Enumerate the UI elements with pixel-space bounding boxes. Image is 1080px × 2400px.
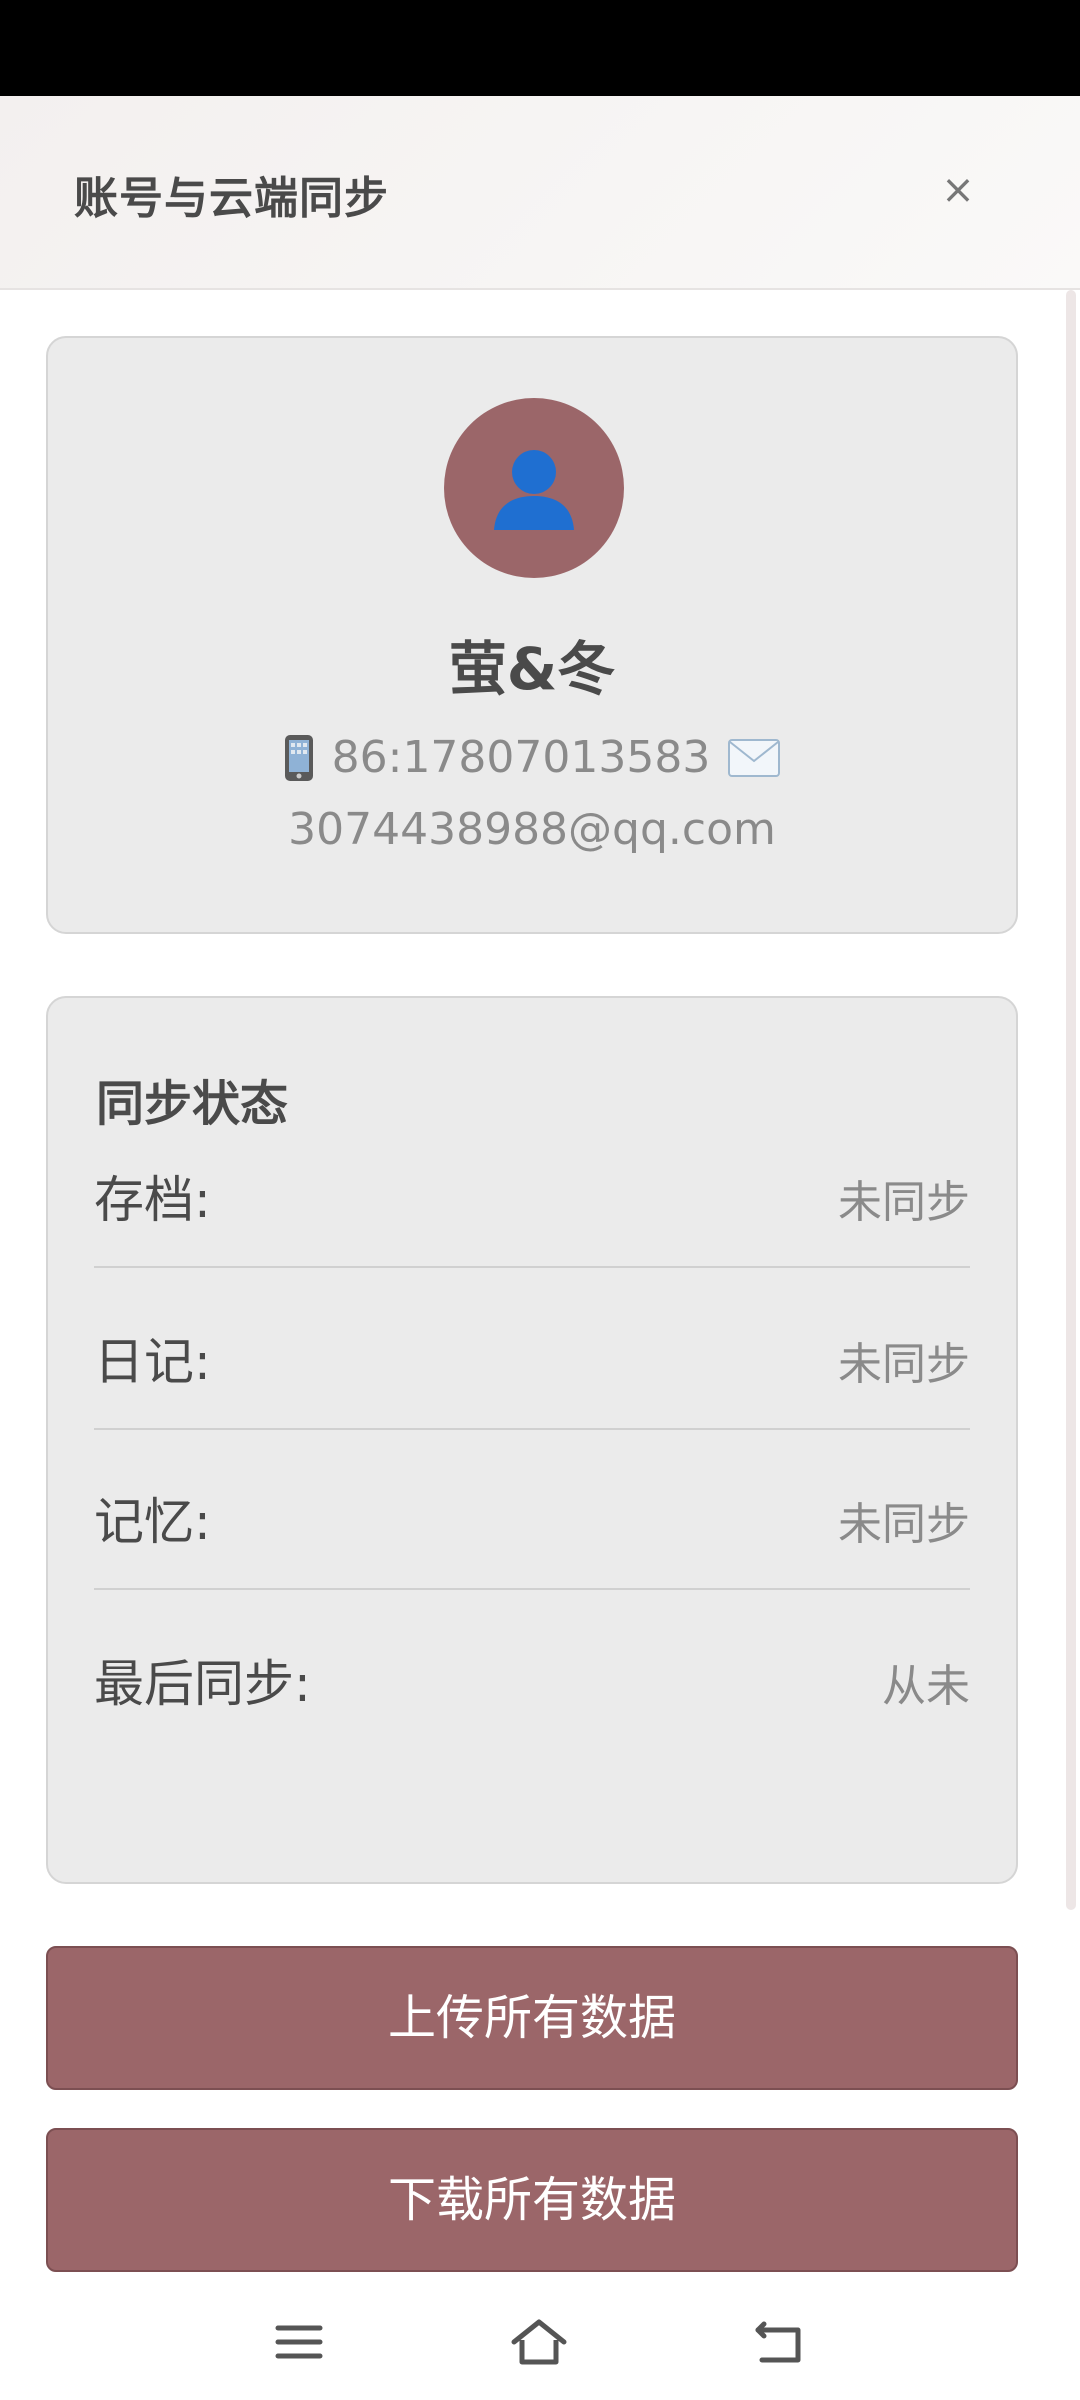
- sync-row-value: 未同步: [838, 1177, 970, 1228]
- phone-number: 86:17807013583: [331, 732, 711, 783]
- header: 账号与云端同步 ×: [0, 96, 1080, 290]
- close-button[interactable]: ×: [930, 162, 986, 218]
- sync-row-value: 未同步: [838, 1339, 970, 1390]
- system-navigation-bar: [0, 2272, 1080, 2400]
- home-icon[interactable]: [504, 2312, 574, 2372]
- avatar: [444, 398, 624, 578]
- envelope-icon: [728, 738, 781, 777]
- email-address: 3074438988@qq.com: [288, 804, 776, 855]
- sync-row-label: 日记:: [94, 1333, 211, 1391]
- profile-card: 萤&冬 86:17807013583 3074438988@qq.com: [46, 336, 1018, 934]
- sync-row-value: 未同步: [838, 1499, 970, 1550]
- sync-row-label: 存档:: [94, 1171, 211, 1229]
- sync-row-diary: 日记: 未同步: [94, 1268, 970, 1430]
- sync-row-label: 记忆:: [94, 1493, 211, 1551]
- sync-row-saves: 存档: 未同步: [94, 1106, 970, 1268]
- sync-status-card: 同步状态 存档: 未同步 日记: 未同步 记忆: 未同步 最后同步: 从未: [46, 996, 1018, 1884]
- sync-row-label: 最后同步:: [94, 1655, 311, 1713]
- upload-all-button[interactable]: 上传所有数据: [46, 1946, 1018, 2090]
- download-all-button[interactable]: 下载所有数据: [46, 2128, 1018, 2272]
- status-bar: [0, 0, 1080, 96]
- sync-row-value: 从未: [882, 1661, 970, 1712]
- close-icon: ×: [941, 167, 975, 213]
- scrollbar[interactable]: [1066, 290, 1076, 1910]
- page-title: 账号与云端同步: [74, 173, 389, 224]
- contact-line: 86:17807013583: [158, 732, 906, 783]
- mobile-phone-icon: [284, 734, 313, 781]
- user-silhouette-icon: [494, 450, 574, 530]
- menu-icon[interactable]: [264, 2312, 334, 2372]
- profile-name: 萤&冬: [448, 635, 616, 703]
- back-icon[interactable]: [746, 2312, 816, 2372]
- sync-row-memory: 记忆: 未同步: [94, 1428, 970, 1590]
- sync-row-last-sync: 最后同步: 从未: [94, 1590, 970, 1750]
